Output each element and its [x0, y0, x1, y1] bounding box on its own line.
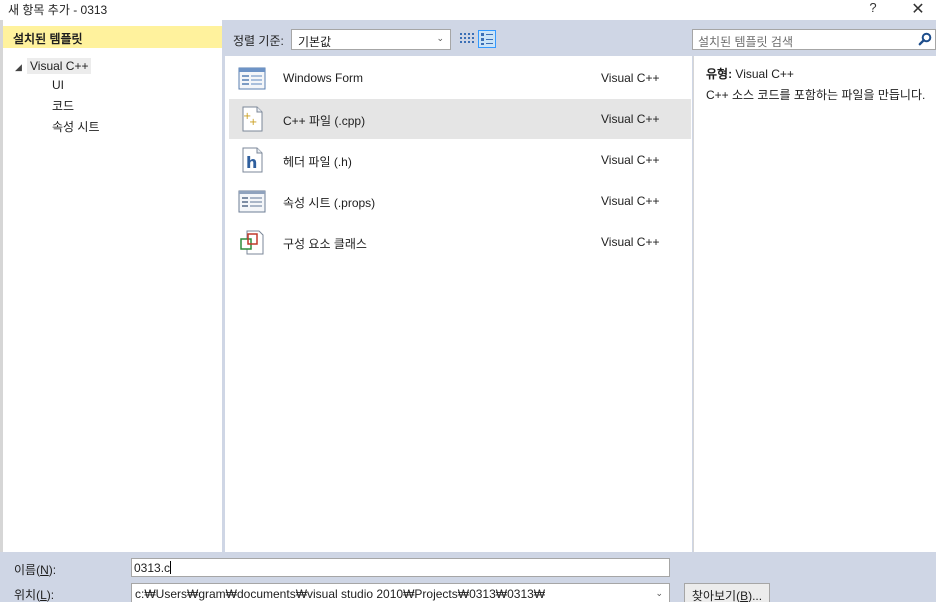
svg-text:h: h [246, 153, 257, 172]
template-item-component-class[interactable]: 구성 요소 클래스 Visual C++ [229, 222, 691, 262]
tree-item-label: Visual C++ [27, 58, 92, 74]
window-title: 새 항목 추가 - 0313 [8, 3, 108, 17]
type-line: 유형: Visual C++ [706, 65, 794, 82]
tree-item-ui[interactable]: UI [52, 78, 64, 92]
expand-arrow-icon[interactable]: ◢ [15, 62, 27, 73]
template-language: Visual C++ [601, 112, 660, 126]
type-value: Visual C++ [735, 67, 794, 81]
search-input[interactable]: 설치된 템플릿 검색 [692, 29, 936, 50]
template-name: Windows Form [283, 71, 364, 85]
template-language: Visual C++ [601, 194, 660, 208]
bottom-form: 이름(N): 0313.c 위치(L): c:₩Users₩gram₩docum… [0, 552, 936, 602]
small-icons-view-button[interactable] [458, 30, 476, 48]
list-view-icon [481, 33, 493, 45]
header-file-icon: h [242, 147, 263, 173]
name-label: 이름(N): [14, 563, 57, 577]
title-bar: 새 항목 추가 - 0313 ? ✕ [0, 0, 936, 20]
sort-dropdown[interactable]: 기본값 ⌄ [291, 29, 451, 50]
template-item-property-sheet[interactable]: 속성 시트 (.props) Visual C++ [229, 181, 691, 221]
search-icon[interactable] [918, 32, 932, 46]
template-name: C++ 파일 (.cpp) [283, 114, 366, 128]
tree-item-visual-cpp[interactable]: ◢ Visual C++ [15, 58, 92, 74]
template-language: Visual C++ [601, 71, 660, 85]
template-description: C++ 소스 코드를 포함하는 파일을 만듭니다. [706, 88, 926, 102]
sort-toolbar: 정렬 기준: 기본값 ⌄ [225, 28, 691, 52]
template-language: Visual C++ [601, 153, 660, 167]
cpp-file-icon: + + [242, 106, 263, 132]
chevron-down-icon: ⌄ [436, 33, 444, 43]
type-label: 유형: [706, 67, 733, 81]
search-placeholder: 설치된 템플릿 검색 [698, 35, 793, 49]
template-item-header-file[interactable]: h 헤더 파일 (.h) Visual C++ [229, 140, 691, 180]
sort-label: 정렬 기준: [233, 34, 284, 48]
property-sheet-icon [238, 190, 266, 213]
template-details-pane: 유형: Visual C++ C++ 소스 코드를 포함하는 파일을 만듭니다. [693, 56, 936, 552]
sort-value: 기본값 [298, 35, 332, 49]
location-dropdown[interactable]: c:₩Users₩gram₩documents₩visual studio 20… [131, 583, 670, 602]
name-value: 0313.c [134, 561, 171, 575]
medium-icons-view-button[interactable] [478, 30, 496, 48]
tree-item-code[interactable]: 코드 [52, 97, 74, 114]
help-button[interactable]: ? [862, 0, 884, 18]
close-button[interactable]: ✕ [904, 0, 932, 19]
name-field[interactable]: 0313.c [131, 558, 670, 577]
chevron-down-icon: ⌄ [655, 588, 663, 598]
text-caret [170, 561, 172, 574]
grid-view-icon [460, 33, 474, 43]
tree-item-property-sheet[interactable]: 속성 시트 [52, 118, 100, 135]
template-name: 속성 시트 (.props) [283, 196, 376, 210]
template-tree-pane: 설치된 템플릿 ◢ Visual C++ UI 코드 속성 시트 [0, 20, 222, 552]
component-class-icon [240, 230, 264, 255]
form-icon [238, 67, 266, 90]
template-language: Visual C++ [601, 235, 660, 249]
template-name: 구성 요소 클래스 [283, 237, 367, 251]
browse-button[interactable]: 찾아보기(B)... [684, 583, 770, 602]
template-item-windows-form[interactable]: Windows Form Visual C++ [229, 58, 691, 98]
location-label: 위치(L): [14, 588, 55, 602]
template-item-cpp-file[interactable]: + + C++ 파일 (.cpp) Visual C++ [229, 99, 691, 139]
template-name: 헤더 파일 (.h) [283, 155, 352, 169]
template-list: Windows Form Visual C++ + + C++ 파일 (.cpp… [225, 56, 692, 552]
location-value: c:₩Users₩gram₩documents₩visual studio 20… [135, 587, 546, 601]
svg-text:+: + [249, 117, 257, 128]
installed-templates-header: 설치된 템플릿 [3, 26, 222, 48]
